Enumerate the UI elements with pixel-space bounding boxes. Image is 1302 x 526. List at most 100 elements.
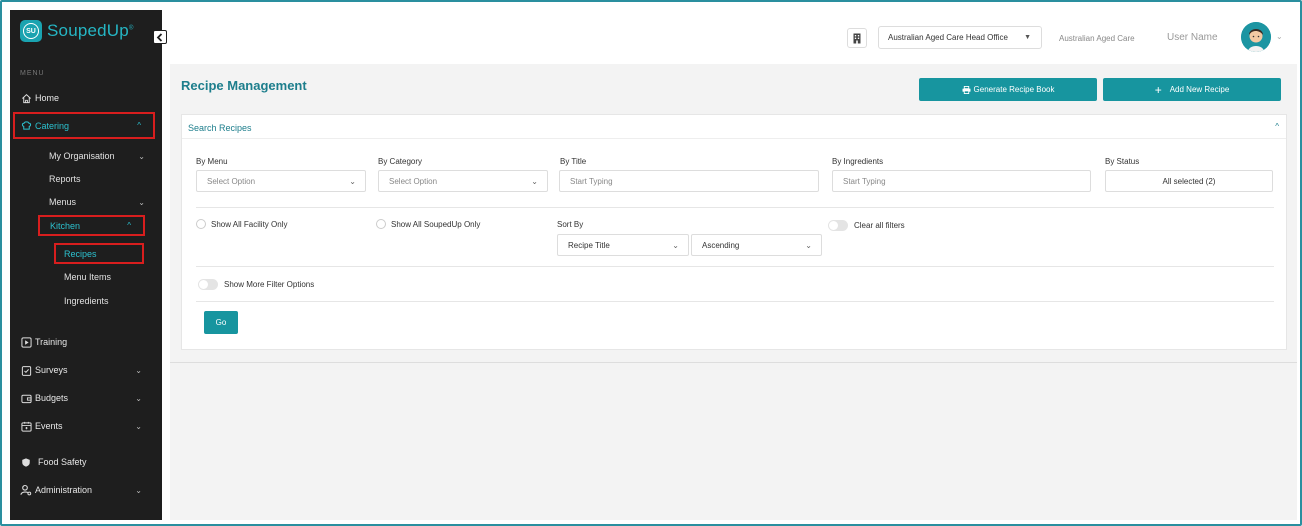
main-content: Recipe Management Generate Recipe Book +… [170,64,1297,520]
play-square-icon [20,336,32,348]
show-soupedup-only-label: Show All SoupedUp Only [391,219,481,229]
show-facility-only-radio[interactable]: Show All Facility Only [196,219,287,229]
sidebar-item-ingredients[interactable]: Ingredients [64,291,109,311]
sidebar-item-budgets[interactable]: Budgets ⌄ [20,387,154,409]
sidebar-item-label: Recipes [64,248,97,259]
clipboard-check-icon [20,364,32,376]
by-category-select[interactable]: Select Option ⌄ [378,170,548,192]
chef-hat-icon [20,120,32,132]
shield-icon [20,456,32,468]
sidebar-item-catering[interactable]: Catering ^ [13,112,155,139]
logo[interactable]: SU SoupedUp® [20,20,134,42]
menu-section-label: MENU [20,70,45,77]
user-avatar-icon [1241,22,1271,52]
chevron-down-icon: ⌄ [135,421,142,431]
search-recipes-title: Search Recipes [188,123,252,133]
sidebar-item-reports[interactable]: Reports [49,169,81,189]
go-button[interactable]: Go [204,311,238,334]
avatar[interactable] [1241,22,1271,52]
generate-recipe-book-button[interactable]: Generate Recipe Book [919,78,1097,101]
show-soupedup-only-radio[interactable]: Show All SoupedUp Only [376,219,480,229]
divider [196,207,1274,208]
sidebar-item-kitchen[interactable]: Kitchen ^ [38,215,145,236]
page-title: Recipe Management [181,78,307,93]
add-new-recipe-button[interactable]: + Add New Recipe [1103,78,1281,101]
building-button[interactable] [847,28,867,48]
top-bar: Australian Aged Care Head Office ▼ Austr… [170,10,1297,64]
home-icon [20,92,32,104]
sidebar-item-label: Administration [35,485,93,495]
by-status-value: All selected (2) [1162,176,1216,186]
by-status-select[interactable]: All selected (2) [1105,170,1273,192]
by-category-value: Select Option [389,176,438,186]
sidebar-item-label: Surveys [35,365,68,375]
sidebar-item-label: Ingredients [64,296,109,306]
sidebar-item-menu-items[interactable]: Menu Items [64,267,111,287]
user-name[interactable]: User Name [1167,32,1218,43]
chevron-down-icon: ⌄ [805,240,812,250]
sidebar-item-administration[interactable]: Administration ⌄ [20,479,154,501]
clear-all-filters-toggle[interactable]: Clear all filters [828,220,905,231]
office-select-value: Australian Aged Care Head Office [888,33,1008,42]
chevron-up-icon: ^ [137,121,141,130]
sidebar-item-menus[interactable]: Menus ⌄ [49,192,145,212]
sidebar-item-label: Menus [49,197,77,207]
radio-circle-icon [196,219,206,229]
chevron-down-icon: ⌄ [135,393,142,403]
sidebar-item-label: Reports [49,174,81,184]
by-ingredients-placeholder: Start Typing [843,176,886,186]
caret-down-icon: ▼ [1024,34,1031,41]
toggle-switch-icon [198,279,218,290]
chevron-down-icon: ⌄ [138,197,145,207]
by-menu-label: By Menu [196,157,228,166]
sort-field-select[interactable]: Recipe Title ⌄ [557,234,689,256]
chevron-down-icon[interactable]: ⌄ [1276,32,1283,41]
sidebar-item-my-organisation[interactable]: My Organisation ⌄ [49,146,145,166]
sidebar-item-label: Training [35,337,68,347]
show-more-filters-toggle[interactable]: Show More Filter Options [198,279,314,290]
sidebar-item-label: Budgets [35,393,69,403]
radio-circle-icon [376,219,386,229]
sidebar-item-home-label: Home [35,93,60,103]
chevron-left-icon [156,32,163,42]
chevron-down-icon: ⌄ [138,151,145,161]
sidebar-item-home[interactable]: Home [20,87,154,109]
chevron-up-icon: ^ [127,221,131,230]
search-recipes-header[interactable]: Search Recipes ^ [182,115,1286,139]
building-icon [853,33,861,43]
calendar-icon [20,420,32,432]
sidebar-item-surveys[interactable]: Surveys ⌄ [20,359,154,381]
by-ingredients-label: By Ingredients [832,157,884,166]
by-ingredients-input[interactable]: Start Typing [832,170,1091,192]
by-title-label: By Title [560,157,587,166]
show-facility-only-label: Show All Facility Only [211,219,288,229]
sort-order-select[interactable]: Ascending ⌄ [691,234,822,256]
office-select[interactable]: Australian Aged Care Head Office ▼ [878,26,1042,49]
sidebar-item-training[interactable]: Training [20,331,154,353]
generate-recipe-book-label: Generate Recipe Book [973,85,1055,94]
show-more-filters-label: Show More Filter Options [224,280,315,289]
sidebar-collapse-button[interactable] [153,30,167,44]
sidebar-item-label: My Organisation [49,151,115,161]
by-title-input[interactable]: Start Typing [559,170,819,192]
printer-icon [962,85,971,94]
sort-by-label: Sort By [557,220,584,229]
logo-badge-icon: SU [20,20,42,42]
search-recipes-panel: Search Recipes ^ By Menu By Category By … [181,114,1287,350]
divider [196,301,1274,302]
sidebar-item-events[interactable]: Events ⌄ [20,415,154,437]
chevron-up-icon[interactable]: ^ [1275,122,1279,131]
by-status-label: By Status [1105,157,1140,166]
logo-text: SoupedUp® [47,21,134,40]
by-menu-select[interactable]: Select Option ⌄ [196,170,366,192]
by-menu-value: Select Option [207,176,256,186]
organisation-name: Australian Aged Care [1059,34,1135,43]
sidebar-item-recipes[interactable]: Recipes [54,243,144,264]
sidebar-item-food-safety[interactable]: Food Safety [20,451,154,473]
chevron-down-icon: ⌄ [531,176,538,186]
divider [196,266,1274,267]
chevron-down-icon: ⌄ [349,176,356,186]
divider [170,362,1297,363]
wallet-icon [20,392,32,404]
clear-all-filters-label: Clear all filters [854,221,905,230]
